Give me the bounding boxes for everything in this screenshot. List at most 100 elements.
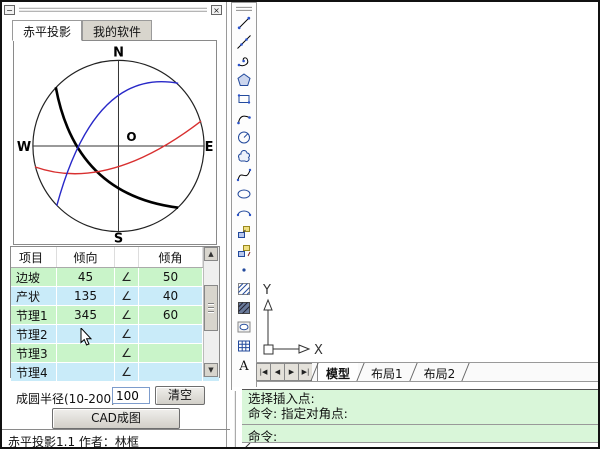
cad-draw-button[interactable]: CAD成图 [52, 408, 180, 429]
command-window-grip[interactable] [234, 391, 240, 441]
center-label: O [126, 130, 136, 144]
tab-nav-first-icon[interactable]: |◀ [256, 363, 270, 381]
minimize-icon[interactable]: − [4, 5, 15, 15]
radius-input[interactable] [112, 387, 150, 404]
dip-angle-cell[interactable]: 50 [139, 268, 203, 286]
command-history-line: 命令: 指定对角点: [248, 406, 600, 421]
row-item-label: 节理4 [11, 363, 57, 381]
row-item-label: 节理3 [11, 344, 57, 362]
header-spacer [115, 247, 139, 267]
table-icon[interactable] [232, 336, 256, 355]
row-item-label: 边坡 [11, 268, 57, 286]
angle-icon: ∠ [115, 363, 139, 381]
angle-icon: ∠ [115, 268, 139, 286]
scroll-up-icon[interactable]: ▲ [204, 247, 218, 261]
angle-icon: ∠ [115, 306, 139, 324]
hatch-icon[interactable] [232, 279, 256, 298]
angle-icon: ∠ [115, 325, 139, 343]
tab-nav-next-icon[interactable]: ▶ [284, 363, 298, 381]
row-item-label: 产状 [11, 287, 57, 305]
dip-angle-cell[interactable] [139, 363, 203, 381]
tab-model[interactable]: 模型 [317, 363, 358, 381]
toolbar-grip[interactable] [236, 5, 252, 12]
table-row[interactable]: 边坡 45 ∠ 50 [11, 268, 219, 287]
arc-icon[interactable] [232, 108, 256, 127]
revision-cloud-icon[interactable] [232, 146, 256, 165]
table-row[interactable]: 节理2 ∠ [11, 325, 219, 344]
header-dip-direction: 倾向 [57, 247, 115, 267]
west-label: W [17, 140, 31, 155]
command-window: 选择插入点: 命令: 指定对角点: 命令: [232, 387, 600, 449]
tab-my-software[interactable]: 我的软件 [82, 20, 152, 41]
table-row[interactable]: 节理3 ∠ [11, 344, 219, 363]
slope-arc [56, 87, 178, 207]
gradient-icon[interactable] [232, 298, 256, 317]
table-row[interactable]: 产状 135 ∠ 40 [11, 287, 219, 306]
circle-icon[interactable] [232, 127, 256, 146]
app-window: − × 赤平投影 我的软件 N S W E O [0, 0, 600, 449]
row-item-label: 节理2 [11, 325, 57, 343]
table-scrollbar[interactable]: ▲ ▼ [203, 247, 219, 377]
command-history-line: 选择插入点: [248, 391, 600, 406]
dip-angle-cell[interactable]: 60 [139, 306, 203, 324]
radius-label: 成圆半径(10-200) [16, 390, 116, 407]
header-item: 项目 [11, 247, 57, 267]
dip-direction-cell[interactable]: 345 [57, 306, 115, 324]
row-item-label: 节理1 [11, 306, 57, 324]
east-label: E [205, 140, 214, 155]
angle-icon: ∠ [115, 344, 139, 362]
line-icon[interactable] [232, 13, 256, 32]
construction-line-icon[interactable] [232, 32, 256, 51]
table-row[interactable]: 节理1 345 ∠ 60 [11, 306, 219, 325]
rectangle-icon[interactable] [232, 89, 256, 108]
multiline-text-icon[interactable]: A [232, 355, 256, 374]
command-input-line[interactable]: 命令: [242, 425, 600, 443]
spline-icon[interactable] [232, 165, 256, 184]
angle-icon: ∠ [115, 287, 139, 305]
command-history: 选择插入点: 命令: 指定对角点: [242, 389, 600, 425]
tab-layout1[interactable]: 布局1 [363, 363, 411, 381]
dip-direction-cell[interactable] [57, 344, 115, 362]
clear-button[interactable]: 清空 [155, 386, 205, 405]
stereonet-plot: N S W E O [13, 40, 217, 245]
point-icon[interactable] [232, 260, 256, 279]
table-header: 项目 倾向 倾角 [11, 247, 219, 268]
polygon-icon[interactable] [232, 70, 256, 89]
scroll-down-icon[interactable]: ▼ [204, 363, 218, 377]
ucs-y-label: Y [262, 283, 271, 298]
tab-layout2[interactable]: 布局2 [416, 363, 464, 381]
north-label: N [113, 45, 124, 60]
stereonet-palette: − × 赤平投影 我的软件 N S W E O [2, 2, 227, 447]
tab-nav-prev-icon[interactable]: ◀ [270, 363, 284, 381]
palette-tab-bar: 赤平投影 我的软件 [12, 20, 152, 41]
dip-angle-cell[interactable]: 40 [139, 287, 203, 305]
region-icon[interactable] [232, 317, 256, 336]
version-status: 赤平投影1.1 作者：林框 [2, 429, 230, 449]
titlebar-grip[interactable] [19, 6, 207, 13]
dip-angle-cell[interactable] [139, 325, 203, 343]
ucs-x-label: X [314, 343, 323, 358]
dip-direction-cell[interactable]: 45 [57, 268, 115, 286]
polyline-icon[interactable] [232, 51, 256, 70]
palette-titlebar[interactable]: − × [4, 3, 222, 16]
dip-direction-cell[interactable] [57, 363, 115, 381]
ucs-icon: Y X [257, 278, 332, 360]
tab-stereonet[interactable]: 赤平投影 [12, 20, 82, 41]
south-label: S [114, 232, 123, 244]
layout-tab-bar: |◀ ◀ ▶ ▶| 模型 布局1 布局2 [256, 362, 600, 382]
dip-direction-cell[interactable]: 135 [57, 287, 115, 305]
make-block-icon[interactable] [232, 241, 256, 260]
mouse-cursor [80, 328, 92, 346]
orientation-table: 项目 倾向 倾角 边坡 45 ∠ 50 产状 135 ∠ 40 节理1 345 … [10, 246, 220, 378]
header-dip-angle: 倾角 [139, 247, 203, 267]
dip-angle-cell[interactable] [139, 344, 203, 362]
table-row[interactable]: 节理4 ∠ [11, 363, 219, 382]
insert-block-icon[interactable] [232, 222, 256, 241]
ellipse-icon[interactable] [232, 184, 256, 203]
close-icon[interactable]: × [211, 5, 222, 15]
ellipse-arc-icon[interactable] [232, 203, 256, 222]
tab-nav-last-icon[interactable]: ▶| [298, 363, 312, 381]
scrollbar-thumb[interactable] [204, 285, 218, 331]
svg-text:A: A [238, 359, 249, 373]
draw-toolbar: A [231, 2, 257, 390]
